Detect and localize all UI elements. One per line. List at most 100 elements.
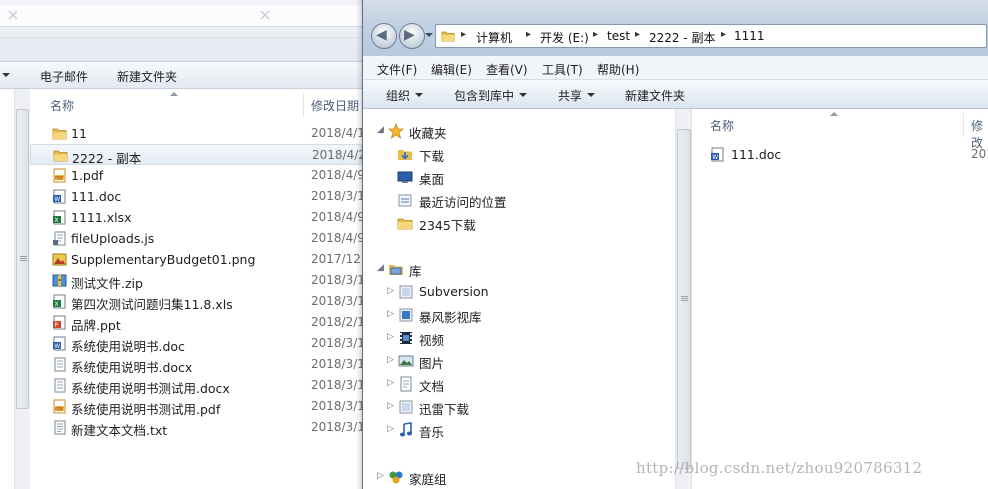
breadcrumb-separator-icon[interactable]: ▸: [526, 29, 531, 40]
svg-text:W: W: [712, 154, 718, 161]
excel-icon: X: [53, 210, 66, 225]
expand-arrow-icon[interactable]: ▷: [377, 471, 384, 481]
breadcrumb-item[interactable]: 1111: [734, 29, 765, 43]
include-in-library-button[interactable]: 包含到库中: [454, 87, 514, 104]
file-row[interactable]: 2222 - 副本 2018/4/2: [30, 144, 362, 166]
expand-arrow-icon[interactable]: ▷: [387, 378, 394, 388]
new-folder-button[interactable]: 新建文件夹: [117, 68, 177, 85]
breadcrumb-item[interactable]: 2222 - 副本: [649, 29, 716, 46]
breadcrumb-separator-icon[interactable]: ▸: [461, 29, 466, 40]
scrollbar-thumb[interactable]: [16, 109, 29, 409]
nav-item-videos[interactable]: ▷ 视频: [387, 328, 587, 348]
nav-item-downloads[interactable]: 下载: [397, 144, 597, 164]
breadcrumb-item[interactable]: 开发 (E:): [540, 29, 589, 46]
expand-arrow-icon[interactable]: ▷: [387, 286, 394, 296]
sort-ascending-icon: [830, 112, 838, 116]
watermark: http://blog.csdn.net/zhou920786312: [636, 459, 923, 477]
background-nav-scrollbar[interactable]: [14, 89, 30, 489]
background-explorer-window: 电子邮件 新建文件夹 名称 修改日期 11 2018/4/1 2222 - 副本 20…: [0, 0, 362, 489]
nav-item-label: 2345下载: [419, 218, 476, 233]
file-row[interactable]: X 1111.xlsx 2018/4/9: [30, 207, 362, 228]
breadcrumb-separator-icon[interactable]: ▸: [721, 29, 726, 40]
folder-icon: [441, 31, 455, 42]
menu-edit[interactable]: 编辑(E): [431, 61, 472, 78]
nav-libraries[interactable]: ◢ 库: [377, 259, 577, 279]
file-row[interactable]: PDF 1.pdf 2018/4/9: [30, 165, 362, 186]
svg-text:P: P: [54, 322, 58, 329]
nav-item-baofeng-library[interactable]: ▷ 暴风影视库: [387, 305, 587, 325]
nav-item-2345-downloads[interactable]: 2345下载: [397, 213, 597, 233]
breadcrumb-item[interactable]: test: [607, 29, 630, 43]
share-button[interactable]: 共享: [558, 87, 582, 104]
expand-arrow-icon[interactable]: ▷: [387, 332, 394, 342]
file-row[interactable]: fileUploads.js 2018/4/9: [30, 228, 362, 249]
expand-arrow-icon[interactable]: ▷: [387, 424, 394, 434]
word-icon: W: [53, 336, 66, 351]
file-date: 2018/4/9: [311, 210, 362, 224]
nav-homegroup[interactable]: ▷ 家庭组: [377, 467, 577, 487]
menu-help[interactable]: 帮助(H): [597, 61, 639, 78]
expand-arrow-icon[interactable]: ▷: [387, 355, 394, 365]
file-name: 品牌.ppt: [71, 318, 121, 333]
nav-item-label: 下载: [419, 149, 445, 164]
file-date: 2018/3/1: [311, 399, 362, 413]
address-bar[interactable]: ▸ 计算机 ▸ 开发 (E:) ▸ test ▸ 2222 - 副本 ▸ 111…: [435, 24, 987, 48]
file-date: 2018/3/1: [311, 189, 362, 203]
file-row[interactable]: 系统使用说明书测试用.docx 2018/3/1: [30, 375, 362, 396]
breadcrumb-separator-icon[interactable]: ▸: [635, 29, 640, 40]
recent-places-icon: [398, 194, 412, 207]
file-row[interactable]: 系统使用说明书.docx 2018/3/1: [30, 354, 362, 375]
file-row[interactable]: W 111.doc 201: [692, 144, 988, 165]
navigation-pane-scrollbar[interactable]: [675, 109, 692, 489]
collapse-arrow-icon[interactable]: ◢: [377, 263, 384, 273]
collapse-arrow-icon[interactable]: ◢: [377, 125, 384, 135]
file-row[interactable]: 测试文件.zip 2018/3/1: [30, 270, 362, 291]
svg-text:PDF: PDF: [55, 175, 64, 180]
nav-favorites[interactable]: ◢ 收藏夹: [377, 121, 577, 141]
menu-view[interactable]: 查看(V): [486, 61, 528, 78]
file-row[interactable]: P 品牌.ppt 2018/2/1: [30, 312, 362, 333]
nav-item-subversion[interactable]: ▷ Subversion: [387, 282, 587, 302]
file-row[interactable]: PDF 系统使用说明书测试用.pdf 2018/3/1: [30, 396, 362, 417]
expand-arrow-icon[interactable]: ▷: [387, 401, 394, 411]
nav-item-pictures[interactable]: ▷ 图片: [387, 351, 587, 371]
menu-file[interactable]: 文件(F): [377, 61, 417, 78]
recent-pages-dropdown-icon[interactable]: [425, 33, 433, 37]
column-name-header[interactable]: 名称: [710, 117, 734, 134]
nav-item-music[interactable]: ▷ 音乐: [387, 420, 587, 440]
nav-item-thunder-downloads[interactable]: ▷ 迅雷下载: [387, 397, 587, 417]
dropdown-arrow-icon: [519, 93, 527, 97]
pdf-icon: PDF: [53, 168, 66, 183]
forward-button[interactable]: ▶: [399, 23, 425, 49]
file-name: 第四次测试问题归集11.8.xls: [71, 297, 233, 312]
file-row[interactable]: SupplementaryBudget01.png 2017/12: [30, 249, 362, 270]
file-date: 2017/12: [311, 252, 361, 266]
breadcrumb-separator-icon[interactable]: ▸: [593, 29, 598, 40]
file-row[interactable]: 11 2018/4/1: [30, 123, 362, 144]
nav-item-recent-places[interactable]: 最近访问的位置: [397, 190, 597, 210]
new-folder-button[interactable]: 新建文件夹: [625, 87, 685, 104]
file-date: 2018/3/1: [311, 336, 362, 350]
image-icon: [52, 253, 67, 266]
nav-item-documents[interactable]: ▷ 文档: [387, 374, 587, 394]
file-row[interactable]: 新建文本文档.txt 2018/3/1: [30, 417, 362, 438]
breadcrumb-item[interactable]: 计算机: [476, 29, 512, 46]
dropdown-arrow-icon[interactable]: [2, 73, 10, 77]
file-date: 2018/4/9: [311, 168, 362, 182]
back-button[interactable]: ◀: [371, 23, 397, 49]
file-row[interactable]: W 111.doc 2018/3/1: [30, 186, 362, 207]
file-row[interactable]: X 第四次测试问题归集11.8.xls 2018/3/1: [30, 291, 362, 312]
email-button[interactable]: 电子邮件: [40, 68, 88, 85]
nav-item-desktop[interactable]: 桌面: [397, 167, 597, 187]
menu-tools[interactable]: 工具(T): [542, 61, 583, 78]
scrollbar-thumb[interactable]: [677, 129, 691, 469]
expand-arrow-icon[interactable]: ▷: [387, 309, 394, 319]
organize-button[interactable]: 组织: [386, 87, 410, 104]
file-row[interactable]: W 系统使用说明书.doc 2018/3/1: [30, 333, 362, 354]
column-modified-header[interactable]: 修改日期: [311, 97, 359, 114]
nav-item-label: 文档: [419, 379, 445, 394]
background-column-header: 名称 修改日期: [30, 89, 362, 119]
file-name: fileUploads.js: [71, 231, 155, 246]
column-name-header[interactable]: 名称: [50, 97, 74, 114]
explorer-window: ◀ ▶ ▸ 计算机 ▸ 开发 (E:) ▸ test ▸ 2222 - 副本 ▸…: [362, 0, 988, 489]
